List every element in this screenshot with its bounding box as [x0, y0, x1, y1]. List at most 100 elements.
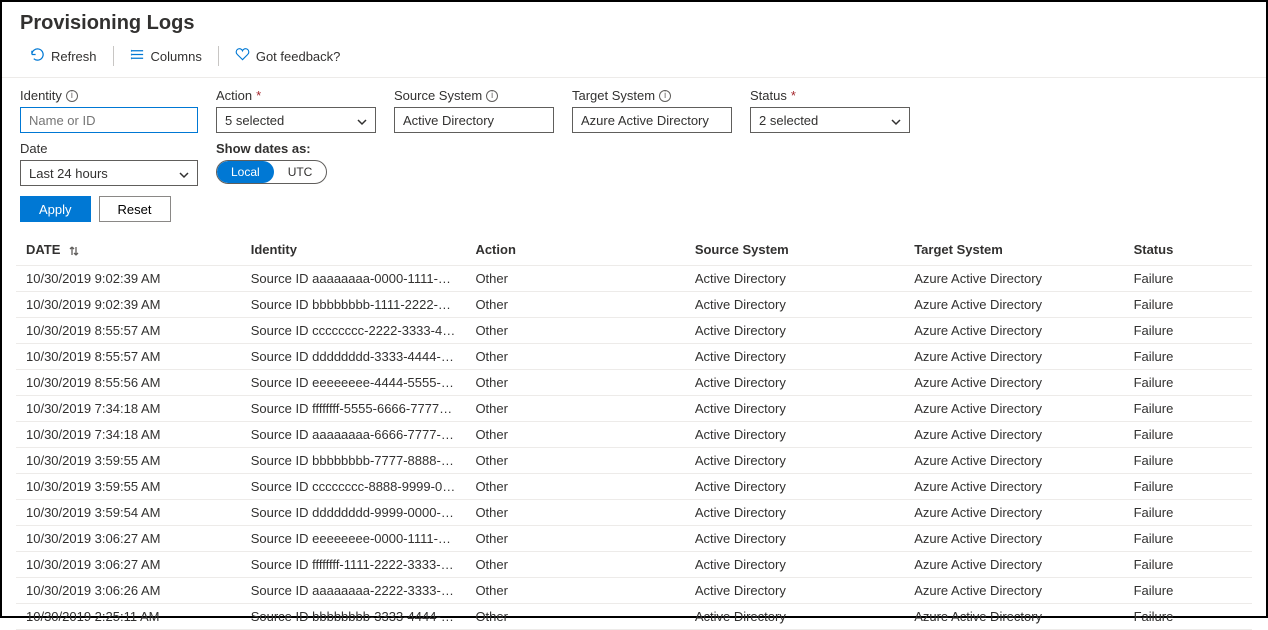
status-value: 2 selected — [759, 113, 818, 128]
chevron-down-icon — [179, 168, 189, 178]
table-body: 10/30/2019 9:02:39 AMSource ID aaaaaaaa-… — [16, 266, 1252, 630]
show-dates-label: Show dates as: — [216, 141, 327, 156]
source-system-select[interactable]: Active Directory — [394, 107, 554, 133]
identity-input[interactable] — [20, 107, 198, 133]
table-row[interactable]: 10/30/2019 3:59:55 AMSource ID bbbbbbbb-… — [16, 448, 1252, 474]
cell-identity: Source ID bbbbbbbb-1111-2222-3333-cccc — [241, 292, 466, 318]
table-row[interactable]: 10/30/2019 8:55:56 AMSource ID eeeeeeee-… — [16, 370, 1252, 396]
table-row[interactable]: 10/30/2019 3:59:54 AMSource ID dddddddd-… — [16, 500, 1252, 526]
refresh-label: Refresh — [51, 49, 97, 64]
cell-status: Failure — [1124, 578, 1252, 604]
col-action[interactable]: Action — [465, 234, 684, 266]
info-icon[interactable]: i — [486, 90, 498, 102]
cell-status: Failure — [1124, 604, 1252, 630]
columns-icon — [130, 47, 145, 65]
table-row[interactable]: 10/30/2019 3:06:26 AMSource ID aaaaaaaa-… — [16, 578, 1252, 604]
info-icon[interactable]: i — [66, 90, 78, 102]
cell-status: Failure — [1124, 474, 1252, 500]
toolbar: Refresh Columns Got feedback? — [2, 41, 1266, 77]
cell-status: Failure — [1124, 266, 1252, 292]
col-date[interactable]: DATE — [16, 234, 241, 266]
show-dates-label-text: Show dates as: — [216, 141, 311, 156]
cell-identity: Source ID eeeeeeee-0000-1111-2222-ffffff — [241, 526, 466, 552]
filters-row-2: Date Last 24 hours Show dates as: Local … — [2, 133, 1266, 186]
toggle-local[interactable]: Local — [217, 161, 274, 183]
status-label: Status * — [750, 88, 910, 103]
source-system-label-text: Source System — [394, 88, 482, 103]
columns-button[interactable]: Columns — [120, 45, 212, 67]
cell-target: Azure Active Directory — [904, 422, 1123, 448]
required-indicator: * — [791, 88, 796, 103]
cell-date: 10/30/2019 3:06:26 AM — [16, 578, 241, 604]
date-select[interactable]: Last 24 hours — [20, 160, 198, 186]
cell-source: Active Directory — [685, 552, 904, 578]
table-row[interactable]: 10/30/2019 3:59:55 AMSource ID cccccccc-… — [16, 474, 1252, 500]
cell-source: Active Directory — [685, 500, 904, 526]
cell-source: Active Directory — [685, 448, 904, 474]
reset-button[interactable]: Reset — [99, 196, 171, 222]
table-row[interactable]: 10/30/2019 3:06:27 AMSource ID eeeeeeee-… — [16, 526, 1252, 552]
apply-button[interactable]: Apply — [20, 196, 91, 222]
cell-target: Azure Active Directory — [904, 500, 1123, 526]
action-label: Action * — [216, 88, 376, 103]
columns-label: Columns — [151, 49, 202, 64]
feedback-label: Got feedback? — [256, 49, 341, 64]
cell-identity: Source ID dddddddd-9999-0000-1111-eee — [241, 500, 466, 526]
cell-date: 10/30/2019 7:34:18 AM — [16, 396, 241, 422]
cell-action: Other — [465, 578, 684, 604]
cell-date: 10/30/2019 3:59:55 AM — [16, 448, 241, 474]
filter-source-system: Source System i Active Directory — [394, 88, 554, 133]
toolbar-separator — [113, 46, 114, 66]
col-status[interactable]: Status — [1124, 234, 1252, 266]
cell-action: Other — [465, 448, 684, 474]
heart-icon — [235, 47, 250, 65]
refresh-button[interactable]: Refresh — [20, 45, 107, 67]
table-row[interactable]: 10/30/2019 7:34:18 AMSource ID aaaaaaaa-… — [16, 422, 1252, 448]
filter-status: Status * 2 selected — [750, 88, 910, 133]
cell-action: Other — [465, 318, 684, 344]
table-row[interactable]: 10/30/2019 9:02:39 AMSource ID bbbbbbbb-… — [16, 292, 1252, 318]
cell-source: Active Directory — [685, 370, 904, 396]
cell-target: Azure Active Directory — [904, 292, 1123, 318]
table-row[interactable]: 10/30/2019 8:55:57 AMSource ID dddddddd-… — [16, 344, 1252, 370]
cell-target: Azure Active Directory — [904, 474, 1123, 500]
source-system-value: Active Directory — [403, 113, 494, 128]
identity-label-text: Identity — [20, 88, 62, 103]
cell-source: Active Directory — [685, 578, 904, 604]
date-format-toggle[interactable]: Local UTC — [216, 160, 327, 184]
feedback-button[interactable]: Got feedback? — [225, 45, 351, 67]
cell-identity: Source ID bbbbbbbb-7777-8888-9999-ccc — [241, 448, 466, 474]
table-row[interactable]: 10/30/2019 2:25:11 AMSource ID bbbbbbbb-… — [16, 604, 1252, 630]
col-target[interactable]: Target System — [904, 234, 1123, 266]
toggle-utc[interactable]: UTC — [274, 161, 327, 183]
cell-date: 10/30/2019 3:59:54 AM — [16, 500, 241, 526]
toolbar-separator — [218, 46, 219, 66]
cell-action: Other — [465, 266, 684, 292]
col-identity[interactable]: Identity — [241, 234, 466, 266]
col-source[interactable]: Source System — [685, 234, 904, 266]
target-system-select[interactable]: Azure Active Directory — [572, 107, 732, 133]
cell-target: Azure Active Directory — [904, 552, 1123, 578]
table-row[interactable]: 10/30/2019 9:02:39 AMSource ID aaaaaaaa-… — [16, 266, 1252, 292]
cell-source: Active Directory — [685, 396, 904, 422]
cell-source: Active Directory — [685, 344, 904, 370]
action-select[interactable]: 5 selected — [216, 107, 376, 133]
page-title: Provisioning Logs — [2, 2, 1266, 41]
source-system-label: Source System i — [394, 88, 554, 103]
cell-date: 10/30/2019 8:55:57 AM — [16, 344, 241, 370]
table-row[interactable]: 10/30/2019 8:55:57 AMSource ID cccccccc-… — [16, 318, 1252, 344]
cell-date: 10/30/2019 2:25:11 AM — [16, 604, 241, 630]
status-select[interactable]: 2 selected — [750, 107, 910, 133]
table-row[interactable]: 10/30/2019 7:34:18 AMSource ID ffffffff-… — [16, 396, 1252, 422]
cell-date: 10/30/2019 3:59:55 AM — [16, 474, 241, 500]
cell-status: Failure — [1124, 292, 1252, 318]
info-icon[interactable]: i — [659, 90, 671, 102]
cell-target: Azure Active Directory — [904, 448, 1123, 474]
cell-target: Azure Active Directory — [904, 266, 1123, 292]
cell-identity: Source ID ffffffff-5555-6666-7777-aaaaaa — [241, 396, 466, 422]
cell-date: 10/30/2019 8:55:56 AM — [16, 370, 241, 396]
table-row[interactable]: 10/30/2019 3:06:27 AMSource ID ffffffff-… — [16, 552, 1252, 578]
cell-identity: Source ID cccccccc-8888-9999-0000-ddd — [241, 474, 466, 500]
cell-target: Azure Active Directory — [904, 396, 1123, 422]
target-system-label: Target System i — [572, 88, 732, 103]
